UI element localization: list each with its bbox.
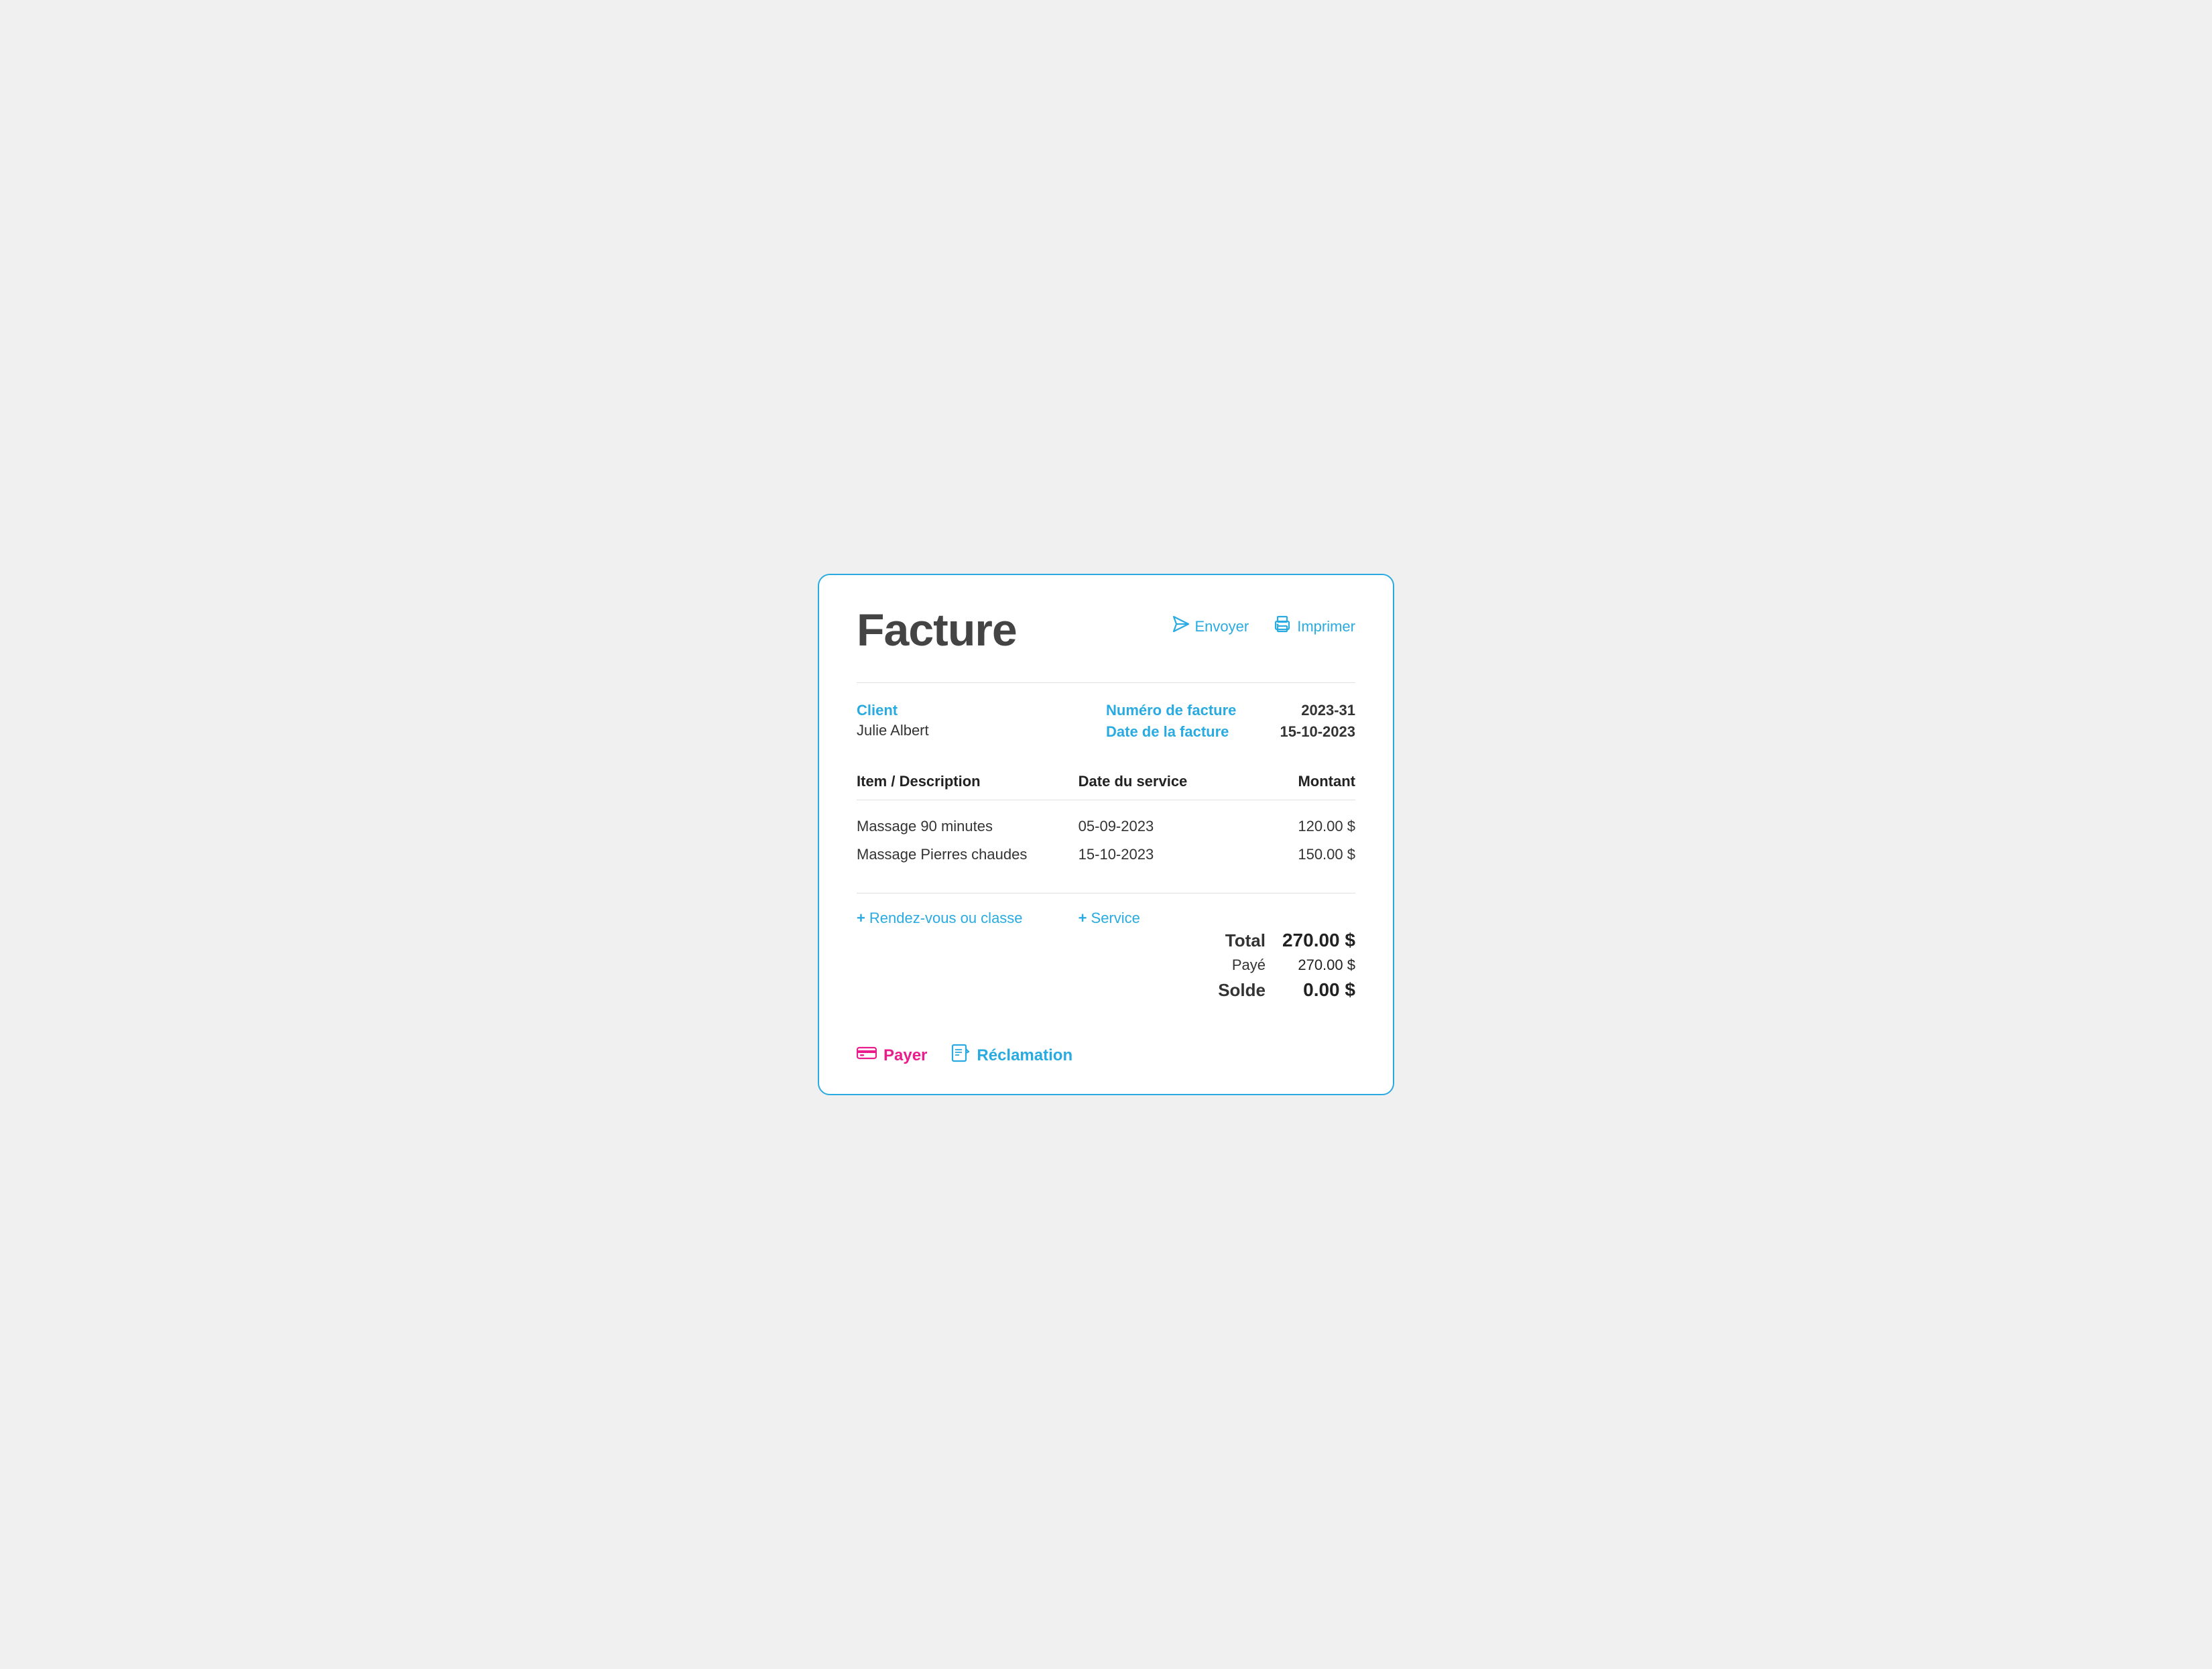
balance-value: 0.00 $ <box>1282 979 1355 1001</box>
add-service-label: Service <box>1091 910 1140 927</box>
send-label: Envoyer <box>1195 618 1249 635</box>
col-description-header: Item / Description <box>857 773 1079 790</box>
add-links: + Rendez-vous ou classe <box>857 907 1079 930</box>
pay-button[interactable]: Payer <box>857 1046 927 1065</box>
claim-button[interactable]: Réclamation <box>951 1044 1072 1067</box>
balance-label: Solde <box>1079 980 1266 1001</box>
meta-section: Client Julie Albert Numéro de facture 20… <box>857 682 1355 741</box>
print-label: Imprimer <box>1297 618 1355 635</box>
pay-label: Payer <box>883 1046 927 1065</box>
total-label: Total <box>1079 930 1266 951</box>
bottom-bar: Payer Réclamation <box>857 1033 1355 1067</box>
row-date: 05-09-2023 <box>1079 818 1245 835</box>
send-button[interactable]: Envoyer <box>1172 615 1249 637</box>
total-value: 270.00 $ <box>1282 930 1355 951</box>
paid-label: Payé <box>1079 956 1266 974</box>
send-icon <box>1172 615 1190 637</box>
plus-icon-service: + <box>1079 910 1087 927</box>
totals-section: Total 270.00 $ Payé 270.00 $ Solde 0.00 … <box>1079 930 1355 1001</box>
add-service-section: + Service <box>1079 907 1245 930</box>
claim-icon <box>951 1044 970 1067</box>
row-description: Massage 90 minutes <box>857 818 1079 835</box>
row-amount: 120.00 $ <box>1245 818 1355 835</box>
table-header: Item / Description Date du service Monta… <box>857 773 1355 800</box>
table-row: Massage Pierres chaudes 15-10-2023 150.0… <box>857 841 1355 869</box>
pay-icon <box>857 1046 877 1065</box>
header-actions: Envoyer Imprimer <box>1172 607 1356 637</box>
table-row: Massage 90 minutes 05-09-2023 120.00 $ <box>857 812 1355 841</box>
invoice-card: Facture Envoyer <box>818 574 1394 1095</box>
col-amount-header: Montant <box>1245 773 1355 790</box>
invoice-info-section: Numéro de facture 2023-31 Date de la fac… <box>1106 702 1355 741</box>
add-service-button[interactable]: + Service <box>1079 907 1245 930</box>
col-date-header: Date du service <box>1079 773 1245 790</box>
invoice-date-value: 15-10-2023 <box>1280 723 1355 741</box>
paid-value: 270.00 $ <box>1282 956 1355 974</box>
print-icon <box>1273 615 1292 637</box>
client-name: Julie Albert <box>857 722 1106 739</box>
invoice-number-value: 2023-31 <box>1280 702 1355 719</box>
row-date: 15-10-2023 <box>1079 846 1245 863</box>
footer-section: + Rendez-vous ou classe + Service Total … <box>857 893 1355 1001</box>
row-amount: 150.00 $ <box>1245 846 1355 863</box>
add-appointment-button[interactable]: + Rendez-vous ou classe <box>857 907 1079 930</box>
header: Facture Envoyer <box>857 607 1355 653</box>
client-section: Client Julie Albert <box>857 702 1106 741</box>
client-label: Client <box>857 702 1106 719</box>
row-description: Massage Pierres chaudes <box>857 846 1079 863</box>
invoice-number-label: Numéro de facture <box>1106 702 1264 719</box>
print-button[interactable]: Imprimer <box>1273 615 1355 637</box>
claim-label: Réclamation <box>977 1046 1072 1065</box>
invoice-table: Item / Description Date du service Monta… <box>857 773 1355 869</box>
invoice-date-label: Date de la facture <box>1106 723 1264 741</box>
page-title: Facture <box>857 607 1017 653</box>
plus-icon-appointment: + <box>857 910 865 927</box>
add-appointment-label: Rendez-vous ou classe <box>869 910 1023 927</box>
table-rows: Massage 90 minutes 05-09-2023 120.00 $ M… <box>857 812 1355 869</box>
